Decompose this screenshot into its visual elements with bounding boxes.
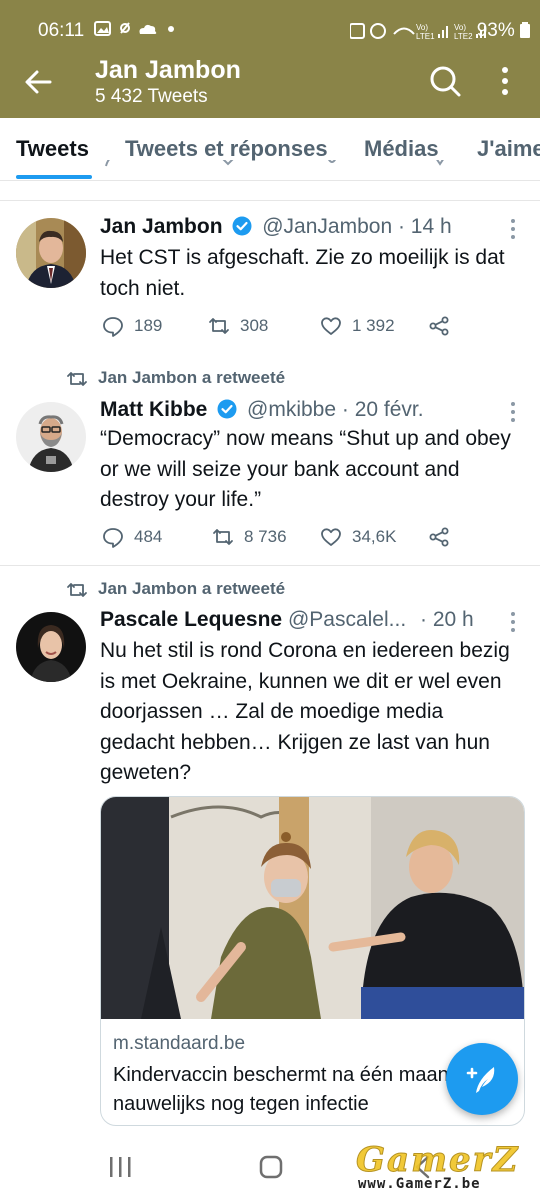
- like-count: 34,6K: [352, 527, 397, 546]
- partial-action-row: [100, 160, 520, 175]
- tweet-time: · 20 févr.: [341, 398, 424, 421]
- tab-media[interactable]: Médias: [364, 136, 439, 162]
- svg-text:Vo): Vo): [416, 23, 428, 32]
- share-button[interactable]: [428, 526, 460, 548]
- like-count: 1 392: [352, 316, 395, 335]
- retweet-context-icon: [67, 582, 87, 597]
- tweet-text: “Democracy” now means “Shut up and obey …: [100, 427, 511, 511]
- author-handle[interactable]: @Pascalel...: [288, 608, 406, 631]
- watermark-brand: GamerZ: [355, 1140, 520, 1181]
- watermark-url: www.GamerZ.be: [358, 1176, 481, 1192]
- back-arrow-icon[interactable]: [20, 64, 56, 100]
- retweet-context: Jan Jambon a retweeté: [66, 579, 285, 599]
- compose-tweet-button[interactable]: [446, 1043, 518, 1115]
- reply-button[interactable]: 189: [102, 315, 162, 337]
- notification-icons: [94, 19, 180, 44]
- heart-icon: [321, 528, 341, 546]
- tab-tweets-and-replies[interactable]: Tweets et réponses: [125, 136, 328, 162]
- avatar-image: [16, 402, 86, 472]
- tweet-count: 5 432 Tweets: [95, 86, 208, 107]
- author-handle[interactable]: @JanJambon: [262, 215, 392, 238]
- battery-percent: 93%: [476, 20, 515, 41]
- tweet-text: Het CST is afgeschaft. Zie zo moeilijk i…: [100, 246, 505, 300]
- share-icon: [429, 316, 449, 336]
- like-button[interactable]: 1 392: [320, 315, 395, 337]
- verified-badge-icon: [217, 399, 237, 419]
- heart-icon: [321, 317, 341, 335]
- battery-icon: [520, 22, 530, 38]
- retweet-icon: [213, 529, 233, 545]
- author-name[interactable]: Jan Jambon: [100, 215, 223, 238]
- reply-button[interactable]: 484: [102, 526, 162, 548]
- link-domain: m.standaard.be: [113, 1033, 246, 1054]
- share-icon: [429, 527, 449, 547]
- watermark-logo: GamerZ www.GamerZ.be: [352, 1140, 532, 1196]
- reply-count: 189: [134, 316, 163, 335]
- tweet-actions: 484 8 736 34,6K: [100, 526, 520, 552]
- author-name[interactable]: Matt Kibbe: [100, 398, 207, 421]
- home-button-icon[interactable]: [256, 1154, 286, 1180]
- search-icon[interactable]: [428, 64, 462, 98]
- retweet-button[interactable]: 308: [208, 315, 268, 337]
- tweet-menu-icon[interactable]: [508, 611, 518, 633]
- retweet-context-label: Jan Jambon a retweeté: [98, 368, 286, 387]
- profile-name: Jan Jambon: [95, 56, 241, 84]
- share-button[interactable]: [428, 315, 460, 337]
- previous-tweet-actions-partial: [0, 160, 540, 184]
- avatar-image: [16, 218, 86, 288]
- author-name[interactable]: Pascale Lequesne: [100, 608, 282, 631]
- tweet-menu-icon[interactable]: [508, 218, 518, 240]
- recent-apps-icon[interactable]: [106, 1154, 136, 1180]
- avatar[interactable]: [16, 218, 86, 288]
- battery-indicator: 93%: [477, 20, 530, 42]
- partial-action-icons: [105, 160, 444, 167]
- tweet-card[interactable]: Jan Jambon a retweeté Matt Kibbe @mkibbe…: [0, 354, 540, 566]
- profile-header: Jan Jambon 5 432 Tweets: [0, 56, 540, 118]
- compose-feather-icon: [466, 1067, 495, 1093]
- link-preview-image: [101, 797, 524, 1019]
- reply-icon: [103, 528, 123, 548]
- tweet-header: Jan Jambon @JanJambon · 14 h: [100, 215, 452, 239]
- tab-tweets[interactable]: Tweets: [16, 136, 89, 162]
- more-options-icon[interactable]: [490, 64, 520, 98]
- status-bar: 06:11 Vo) LTE1 Vo) LTE2 93%: [0, 0, 540, 58]
- reply-count: 484: [134, 527, 163, 546]
- retweet-count: 308: [240, 316, 269, 335]
- svg-text:LTE1: LTE1: [416, 32, 435, 41]
- svg-text:Vo): Vo): [454, 23, 466, 32]
- retweet-count: 8 736: [244, 527, 287, 546]
- status-notification-icons: [94, 21, 174, 36]
- tweet-time: · 20 h: [420, 608, 474, 631]
- retweet-icon: [209, 318, 229, 334]
- retweet-button[interactable]: 8 736: [212, 526, 287, 548]
- tweet-card[interactable]: Jan Jambon @JanJambon · 14 h Het CST is …: [0, 200, 540, 355]
- tweet-time: · 14 h: [397, 215, 452, 238]
- tweet-header: Pascale Lequesne @Pascalel... · 20 h: [100, 608, 474, 632]
- verified-badge-icon: [232, 216, 252, 236]
- tweet-header: Matt Kibbe @mkibbe · 20 févr.: [100, 398, 424, 422]
- tab-likes[interactable]: J'aime: [477, 136, 540, 162]
- status-time: 06:11: [38, 20, 85, 41]
- svg-text:LTE2: LTE2: [454, 32, 473, 41]
- avatar[interactable]: [16, 612, 86, 682]
- avatar[interactable]: [16, 402, 86, 472]
- tweet-actions: 189 308 1 392: [100, 315, 520, 341]
- retweet-context: Jan Jambon a retweeté: [66, 368, 285, 388]
- like-button[interactable]: 34,6K: [320, 526, 396, 548]
- avatar-image: [16, 612, 86, 682]
- retweet-context-icon: [67, 371, 87, 386]
- author-handle[interactable]: @mkibbe: [247, 398, 336, 421]
- reply-icon: [103, 317, 123, 337]
- tweet-text: Nu het stil is rond Corona en iedereen b…: [100, 639, 510, 784]
- tweet-menu-icon[interactable]: [508, 401, 518, 423]
- retweet-context-label: Jan Jambon a retweeté: [98, 579, 286, 598]
